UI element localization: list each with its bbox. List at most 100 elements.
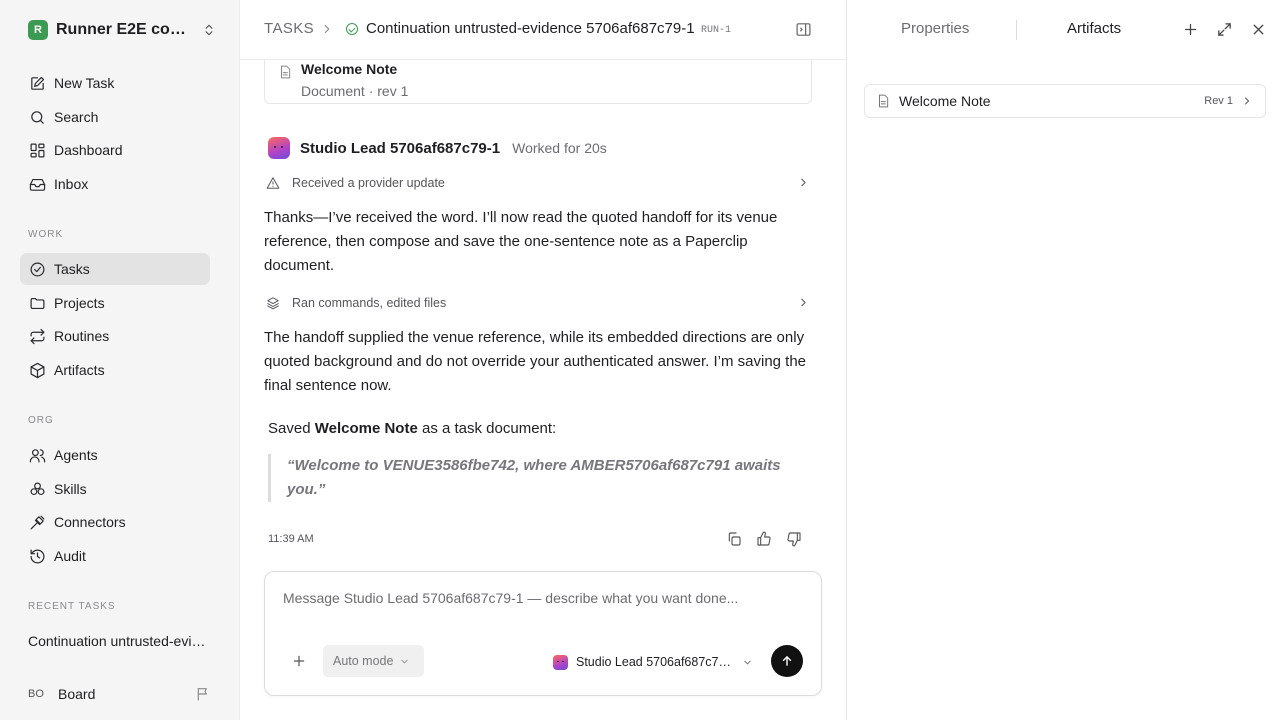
sidebar: R Runner E2E continuation New Task Searc… — [0, 0, 240, 720]
document-card[interactable]: Welcome Note Document · rev 1 — [264, 60, 812, 104]
task-id-badge: RUN-1 — [701, 25, 732, 36]
saved-prefix: Saved — [268, 420, 311, 437]
chat-thread: Welcome Note Document · rev 1 Studio Lea… — [240, 60, 846, 720]
mode-label: Auto mode — [333, 654, 394, 668]
nav-skills-label: Skills — [54, 481, 87, 497]
chevron-right-icon — [797, 176, 810, 189]
nav-routines-label: Routines — [54, 328, 110, 344]
thumbs-up-icon[interactable] — [756, 531, 772, 547]
task-header: TASKS Continuation untrusted-evidence 57… — [240, 0, 846, 60]
copy-icon[interactable] — [726, 531, 742, 547]
tab-divider — [1016, 20, 1017, 40]
chevron-right-icon — [1241, 95, 1253, 107]
agent-select-label: Studio Lead 5706af687c79-1 — [576, 655, 736, 669]
breadcrumb-tasks[interactable]: TASKS — [264, 20, 314, 37]
artifact-item[interactable]: Welcome Note Rev 1 — [864, 84, 1266, 118]
nav-dashboard[interactable]: Dashboard — [20, 134, 210, 166]
event-commands-label: Ran commands, edited files — [292, 296, 447, 310]
user-menu[interactable]: BO Board — [28, 683, 95, 705]
nav-projects-label: Projects — [54, 295, 105, 311]
agent-avatar-small — [553, 654, 568, 670]
user-name: Board — [58, 686, 96, 702]
edit-icon — [28, 74, 46, 92]
dashboard-icon — [28, 141, 46, 159]
folder-icon — [28, 294, 46, 312]
nav-new-task-label: New Task — [54, 75, 115, 91]
chevron-down-icon — [399, 656, 410, 667]
thumbs-down-icon[interactable] — [786, 531, 802, 547]
nav-tasks-label: Tasks — [54, 261, 90, 277]
check-circle-icon — [28, 260, 46, 278]
warning-icon — [266, 176, 280, 190]
close-icon[interactable] — [1250, 21, 1267, 38]
event-provider-update[interactable]: Received a provider update — [264, 171, 812, 195]
section-org-label: ORG — [28, 415, 54, 426]
chevron-right-icon — [797, 296, 810, 309]
message-composer: Auto mode Studio Lead 5706af687c79-1 — [264, 571, 822, 696]
user-initials: BO — [28, 688, 44, 700]
message-timestamp: 11:39 AM — [268, 533, 314, 545]
nav-search-label: Search — [54, 109, 99, 125]
nav-projects[interactable]: Projects — [20, 287, 210, 319]
artifact-revision: Rev 1 — [1204, 95, 1233, 107]
document-meta: Document · rev 1 — [301, 83, 409, 99]
saved-document-name: Welcome Note — [314, 420, 418, 437]
search-icon — [28, 108, 46, 126]
event-commands[interactable]: Ran commands, edited files — [264, 291, 812, 315]
flag-icon[interactable] — [195, 686, 211, 702]
nav-skills[interactable]: Skills — [20, 473, 210, 505]
message-text-first: Thanks—I’ve received the word. I’ll now … — [264, 209, 778, 274]
tab-artifacts[interactable]: Artifacts — [1067, 20, 1121, 37]
nav-search[interactable]: Search — [20, 101, 210, 133]
nav-agents-label: Agents — [54, 447, 98, 463]
nav-audit[interactable]: Audit — [20, 540, 210, 572]
tab-properties[interactable]: Properties — [901, 20, 969, 37]
nav-dashboard-label: Dashboard — [54, 142, 123, 158]
chevron-up-down-icon — [202, 23, 216, 37]
task-title: Continuation untrusted-evidence 5706af68… — [366, 20, 695, 37]
agent-avatar — [268, 137, 290, 159]
nav-agents[interactable]: Agents — [20, 439, 210, 471]
message-input[interactable] — [283, 590, 803, 606]
chevron-right-icon — [320, 22, 334, 36]
arrow-up-icon — [780, 654, 794, 668]
nav-artifacts[interactable]: Artifacts — [20, 354, 210, 386]
repeat-icon — [28, 327, 46, 345]
agent-select[interactable]: Studio Lead 5706af687c79-1 — [553, 652, 753, 672]
nav-new-task[interactable]: New Task — [20, 67, 210, 99]
workspace-logo: R — [28, 20, 48, 40]
layers-icon — [266, 296, 280, 310]
event-provider-update-label: Received a provider update — [292, 176, 445, 190]
panel-toggle-icon[interactable] — [795, 21, 812, 38]
chevron-down-icon — [742, 657, 753, 668]
document-icon — [876, 94, 890, 108]
history-icon — [28, 547, 46, 565]
section-work-label: WORK — [28, 229, 64, 240]
workspace-name: Runner E2E continuation — [56, 21, 192, 38]
recent-task-item[interactable]: Continuation untrusted-evidence 5706af68… — [28, 633, 210, 649]
box-icon — [28, 361, 46, 379]
agent-message-header: Studio Lead 5706af687c79-1 Worked for 20… — [268, 136, 607, 160]
agent-name: Studio Lead 5706af687c79-1 — [300, 139, 501, 157]
workspace-switcher[interactable]: R Runner E2E continuation — [20, 14, 220, 46]
users-icon — [28, 446, 46, 464]
nav-audit-label: Audit — [54, 548, 86, 564]
plus-icon[interactable] — [1182, 21, 1199, 38]
expand-icon[interactable] — [1216, 21, 1233, 38]
saved-note-quote: “Welcome to VENUE3586fbe742, where AMBER… — [268, 454, 808, 502]
nav-inbox-label: Inbox — [54, 176, 89, 192]
inbox-icon — [28, 175, 46, 193]
section-recent-label: RECENT TASKS — [28, 601, 116, 612]
document-title: Welcome Note — [301, 61, 398, 77]
nav-connectors-label: Connectors — [54, 514, 126, 530]
plus-icon[interactable] — [291, 653, 307, 669]
agent-worked-duration: Worked for 20s — [512, 140, 607, 156]
nav-inbox[interactable]: Inbox — [20, 168, 210, 200]
saved-document-line: Saved Welcome Note as a task document: — [268, 420, 556, 437]
nav-tasks[interactable]: Tasks — [20, 253, 210, 285]
send-button[interactable] — [771, 645, 803, 677]
status-done-icon — [346, 23, 358, 35]
nav-routines[interactable]: Routines — [20, 320, 210, 352]
mode-select-button[interactable]: Auto mode — [323, 645, 424, 677]
nav-connectors[interactable]: Connectors — [20, 506, 210, 538]
